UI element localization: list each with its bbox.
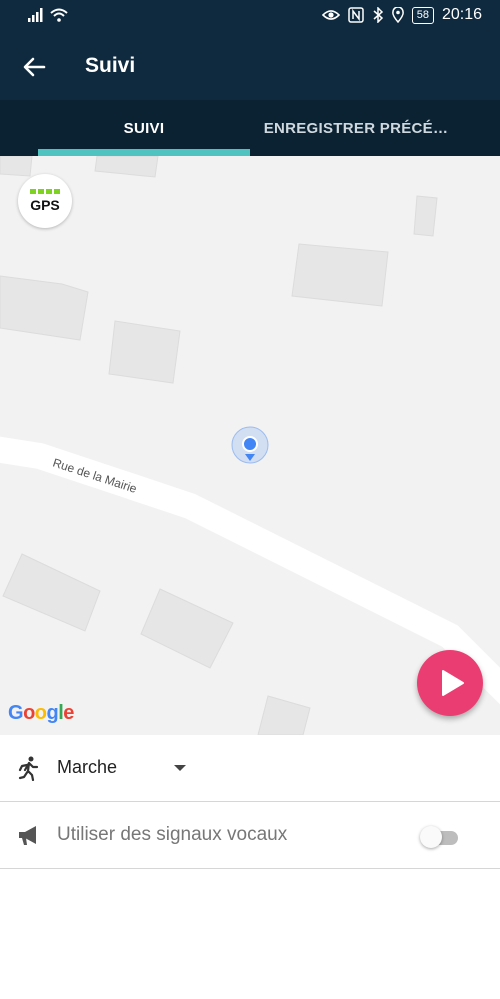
start-tracking-button[interactable] [417, 650, 483, 716]
map-building [291, 243, 389, 307]
status-left [28, 8, 68, 22]
map-building [0, 156, 33, 177]
voice-cues-label: Utiliser des signaux vocaux [57, 824, 288, 845]
tab-indicator [38, 149, 250, 156]
toggle-thumb [420, 826, 442, 848]
map-building [140, 588, 234, 669]
megaphone-icon [19, 826, 36, 845]
map-building [108, 320, 181, 384]
gps-status-badge[interactable]: GPS [18, 174, 72, 228]
voice-cues-row[interactable]: Utiliser des signaux vocaux [0, 802, 500, 869]
voice-cues-toggle[interactable] [420, 826, 460, 848]
map-building [257, 695, 311, 735]
nfc-icon [347, 7, 364, 23]
play-icon [442, 670, 464, 696]
activity-type-selector[interactable]: Marche [0, 735, 500, 802]
map-view[interactable]: Rue de la Mairie [0, 156, 500, 735]
wifi-icon [50, 8, 68, 22]
gps-signal-icon [30, 189, 60, 194]
app-bar: Suivi [0, 34, 500, 100]
status-time: 20:16 [441, 6, 482, 23]
tab-bar: SUIVI ENREGISTRER PRÉCÉ… [0, 100, 500, 156]
map-canvas[interactable]: Rue de la Mairie [0, 156, 500, 735]
map-building [94, 156, 159, 178]
map-building [2, 553, 101, 632]
gps-label: GPS [30, 197, 60, 213]
activity-label: Marche [57, 757, 118, 777]
battery-level: 58 [411, 6, 434, 24]
page-title: Suivi [85, 54, 136, 77]
google-logo: Google [8, 702, 74, 724]
map-building [413, 195, 438, 237]
bluetooth-icon [373, 7, 383, 23]
tab-suivi[interactable]: SUIVI [38, 100, 250, 156]
status-bar: 58 20:16 [0, 0, 500, 34]
status-right: 58 20:16 [321, 6, 482, 24]
arrow-left-icon[interactable] [18, 51, 50, 83]
tab-enregistrer-precedent[interactable]: ENREGISTRER PRÉCÉ… [250, 100, 462, 156]
walking-icon [18, 756, 39, 781]
signal-icon [28, 8, 43, 22]
chevron-down-icon[interactable] [174, 765, 186, 771]
location-icon [391, 7, 404, 23]
map-building [0, 275, 89, 341]
eye-icon [321, 10, 340, 20]
location-dot [242, 436, 258, 452]
